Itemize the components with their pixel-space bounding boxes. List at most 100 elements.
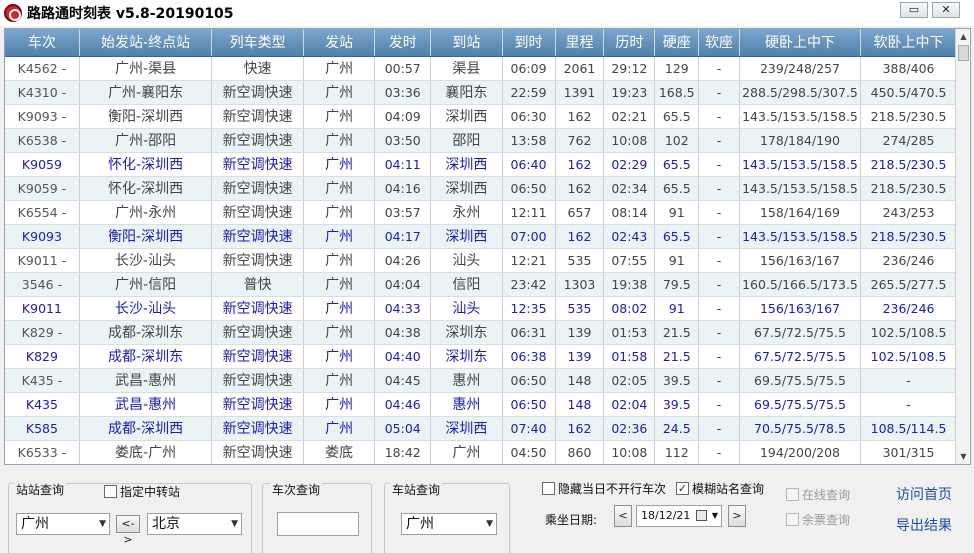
cell-train: K829 [5,344,80,369]
calendar-icon[interactable] [696,510,707,521]
window-title: 路路通时刻表 v5.8-20190105 [27,6,234,22]
table-row[interactable]: K6554 - 广州-永州 新空调快速 广州 03:57 永州 12:11 657 08:14 9… [5,200,957,225]
cell-hs: 91 [654,296,700,321]
checkmark-icon[interactable]: ✓ [676,482,689,495]
station-select[interactable]: 广州 ▼ [401,513,497,535]
export-results-link[interactable]: 导出结果 [896,515,952,535]
table-row[interactable]: K6538 - 广州-邵阳 新空调快速 广州 03:50 邵阳 13:58 762 10:08 1… [5,128,957,153]
hide-noservice-checkbox-box[interactable] [542,482,555,495]
ticket-query-checkbox-box[interactable] [786,513,799,526]
cell-dur: 02:29 [603,152,656,177]
cell-dur: 02:05 [603,368,656,393]
column-header[interactable]: 软卧上中下 [860,29,957,57]
ticket-query-checkbox[interactable]: 余票查询 [786,511,850,528]
cell-type: 普快 [211,272,304,297]
cell-train: K4562 - [5,56,80,81]
column-header[interactable]: 列车类型 [211,29,304,57]
cell-hs: 39.5 [654,368,700,393]
cell-arr: 07:00 [502,224,556,249]
cell-route: 怀化-深圳西 [79,176,213,201]
table-row[interactable]: K829 成都-深圳东 新空调快速 广州 04:40 深圳东 06:38 139 01:58 21… [5,344,957,369]
cell-hs: 65.5 [654,176,700,201]
cell-route: 衡阳-深圳西 [79,224,213,249]
table-row[interactable]: K9011 - 长沙-汕头 新空调快速 广州 04:26 汕头 12:21 535 07:55 9… [5,248,957,273]
scroll-up-arrow-icon[interactable]: ▲ [957,30,970,43]
online-query-checkbox-box[interactable] [786,488,799,501]
cell-train: K4310 - [5,80,80,105]
swap-stations-button[interactable]: <-> [116,515,140,546]
minimize-button[interactable]: ▭ [900,2,928,18]
column-header[interactable]: 发站 [303,29,376,57]
prev-date-button[interactable]: < [614,505,632,527]
cell-hs: 91 [654,200,700,225]
cell-dist: 148 [555,368,605,393]
column-header[interactable]: 软座 [698,29,740,57]
column-header[interactable]: 里程 [555,29,605,57]
cell-to: 襄阳东 [430,80,503,105]
column-header[interactable]: 到站 [430,29,503,57]
column-header[interactable]: 到时 [502,29,556,57]
table-row[interactable]: K6533 - 娄底-广州 新空调快速 娄底 18:42 广州 04:50 860 10:08 1… [5,440,957,464]
table-row[interactable]: K9093 衡阳-深圳西 新空调快速 广州 04:17 深圳西 07:00 162 02:43 6… [5,224,957,249]
title-bar: 路路通时刻表 v5.8-20190105 ▭ ✕ [0,0,974,26]
table-row[interactable]: K829 - 成都-深圳东 新空调快速 广州 04:38 深圳东 06:31 139 01:53… [5,320,957,345]
column-header[interactable]: 历时 [603,29,656,57]
cell-type: 新空调快速 [211,152,304,177]
cell-dur: 19:38 [603,272,656,297]
scroll-down-arrow-icon[interactable]: ▼ [957,450,970,463]
cell-dep: 04:04 [374,272,432,297]
cell-dist: 860 [555,440,605,464]
from-station-select[interactable]: 广州 ▼ [16,513,110,535]
column-header[interactable]: 车次 [5,29,80,57]
cell-hb: 156/163/167 [739,248,862,273]
column-header[interactable]: 硬卧上中下 [739,29,862,57]
cell-to: 永州 [430,200,503,225]
cell-sb: 388/406 [860,56,957,81]
cell-dist: 162 [555,176,605,201]
table-row[interactable]: K435 武昌-惠州 新空调快速 广州 04:46 惠州 06:50 148 02:04 39.5… [5,392,957,417]
table-row[interactable]: 3546 - 广州-信阳 普快 广州 04:04 信阳 23:42 1303 19:38 79.5… [5,272,957,297]
cell-ss: - [698,320,740,345]
table-row[interactable]: K9059 怀化-深圳西 新空调快速 广州 04:11 深圳西 06:40 162 02:29 6… [5,152,957,177]
column-header[interactable]: 始发站-终点站 [79,29,213,57]
transfer-checkbox[interactable]: 指定中转站 [104,483,180,500]
close-button[interactable]: ✕ [932,2,960,18]
fuzzy-name-checkbox[interactable]: ✓ 模糊站名查询 [676,480,764,497]
cell-route: 成都-深圳东 [79,344,213,369]
travel-date-picker[interactable]: 18/12/21 ▼ [636,505,722,527]
cell-route: 怀化-深圳西 [79,152,213,177]
cell-dur: 10:08 [603,440,656,464]
column-header[interactable]: 硬座 [654,29,700,57]
online-query-checkbox[interactable]: 在线查询 [786,486,850,503]
transfer-label: 指定中转站 [120,485,181,499]
home-page-link[interactable]: 访问首页 [896,484,952,504]
table-row[interactable]: K435 - 武昌-惠州 新空调快速 广州 04:45 惠州 06:50 148 02:05 39… [5,368,957,393]
table-row[interactable]: K9059 - 怀化-深圳西 新空调快速 广州 04:16 深圳西 06:50 162 02:3… [5,176,957,201]
train-number-input[interactable] [277,512,359,536]
hide-noservice-checkbox[interactable]: 隐藏当日不开行车次 [542,480,666,497]
cell-to: 深圳西 [430,224,503,249]
cell-to: 汕头 [430,296,503,321]
to-station-select[interactable]: 北京 ▼ [147,513,242,535]
cell-dur: 07:55 [603,248,656,273]
table-row[interactable]: K585 成都-深圳西 新空调快速 广州 05:04 深圳西 07:40 162 02:36 24… [5,416,957,441]
column-header[interactable]: 发时 [374,29,432,57]
table-row[interactable]: K9011 长沙-汕头 新空调快速 广州 04:33 汕头 12:35 535 08:02 91-… [5,296,957,321]
next-date-button[interactable]: > [728,505,746,527]
scroll-thumb[interactable] [958,45,969,61]
table-row[interactable]: K4310 - 广州-襄阳东 新空调快速 广州 03:36 襄阳东 22:59 1391 19:… [5,80,957,105]
query-panel: 站站查询 指定中转站 广州 ▼ <-> 北京 ▼ 车次查询 车站查询 广州 ▼ … [0,467,974,553]
cell-type: 新空调快速 [211,176,304,201]
vertical-scrollbar[interactable]: ▲ ▼ [955,29,970,464]
cell-dist: 139 [555,320,605,345]
cell-route: 广州-永州 [79,200,213,225]
cell-sb: 218.5/230.5 [860,104,957,129]
table-row[interactable]: K4562 - 广州-渠县 快速 广州 00:57 渠县 06:09 2061 29:12 129… [5,56,957,81]
table-row[interactable]: K9093 - 衡阳-深圳西 新空调快速 广州 04:09 深圳西 06:30 162 02:2… [5,104,957,129]
cell-from: 广州 [303,128,376,153]
cell-ss: - [698,128,740,153]
chevron-down-icon[interactable]: ▼ [712,506,718,526]
cell-ss: - [698,152,740,177]
cell-train: K9093 - [5,104,80,129]
transfer-checkbox-box[interactable] [104,485,117,498]
